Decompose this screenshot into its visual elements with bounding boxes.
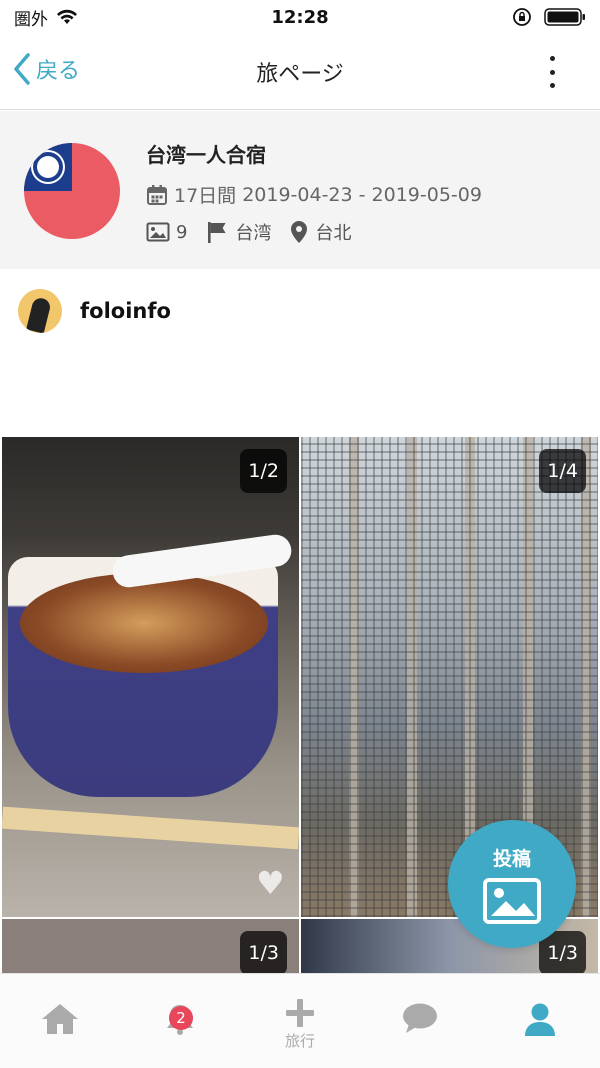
status-bar: 圏外 12:28 [0, 0, 600, 34]
tab-home[interactable] [0, 974, 120, 1068]
carrier-label: 圏外 [14, 9, 48, 30]
notification-badge: 2 [169, 1006, 193, 1030]
image-icon [146, 222, 170, 242]
post-button[interactable]: 投稿 [448, 820, 576, 948]
trip-date-range: 2019-04-23 - 2019-05-09 [242, 183, 482, 206]
more-dot-icon [549, 69, 555, 75]
chevron-left-icon [14, 53, 30, 85]
status-left: 圏外 [14, 5, 214, 30]
tab-bar: 2 旅行 [0, 973, 600, 1068]
more-dot-icon [549, 83, 555, 88]
location-pin-icon [291, 221, 308, 243]
trip-country: 台湾 [235, 223, 272, 244]
tab-trip[interactable]: 旅行 [240, 974, 360, 1068]
calendar-icon [147, 184, 167, 205]
photo-tile[interactable]: 1/3 [2, 919, 299, 973]
chat-icon [403, 1003, 437, 1033]
trip-meta: 9 台湾 台北 [146, 219, 351, 245]
page-title: 旅ページ [256, 61, 344, 87]
photo-counter: 1/4 [539, 449, 586, 493]
avatar[interactable] [18, 289, 62, 333]
tab-trip-label: 旅行 [284, 1032, 315, 1050]
plus-icon [286, 999, 314, 1027]
flag-sun [37, 156, 59, 178]
user-icon [525, 1003, 555, 1036]
flag-icon [208, 222, 227, 243]
username[interactable]: foloinfo [80, 299, 171, 323]
trip-duration: 17日間 [174, 185, 237, 207]
tab-notifications[interactable]: 2 [120, 974, 240, 1068]
trip-title: 台湾一人合宿 [146, 143, 266, 167]
trip-city: 台北 [315, 223, 352, 244]
back-label: 戻る [36, 59, 81, 84]
photo-tile[interactable]: ♥ 1/2 [2, 437, 299, 917]
more-dot-icon [549, 56, 555, 61]
wifi-icon [57, 9, 77, 24]
home-icon [42, 1004, 78, 1034]
tab-profile[interactable] [480, 974, 600, 1068]
battery-icon [544, 8, 585, 26]
more-options-button[interactable] [544, 56, 560, 88]
status-right [386, 7, 586, 27]
status-time: 12:28 [271, 6, 329, 28]
post-button-label: 投稿 [492, 847, 531, 870]
chopsticks-image [2, 806, 299, 850]
taiwan-flag-icon [24, 143, 120, 239]
heart-icon[interactable]: ♥ [256, 867, 292, 899]
back-button[interactable]: 戻る [12, 52, 80, 86]
navigation-bar: 戻る 旅ページ [0, 34, 600, 110]
tab-messages[interactable] [360, 974, 480, 1068]
photo-counter: 1/3 [240, 931, 287, 973]
trip-header: 台湾一人合宿 17日間 2019-04-23 - 2019-05-09 9 台湾 [0, 111, 600, 269]
noodle-soup-image [20, 573, 268, 673]
post-author-row[interactable]: foloinfo [0, 270, 600, 352]
photo-counter: 1/2 [240, 449, 287, 493]
trip-dates: 17日間 2019-04-23 - 2019-05-09 [146, 181, 482, 208]
photo-count: 9 [176, 221, 188, 243]
rotation-lock-icon [513, 8, 531, 26]
image-icon [483, 877, 541, 924]
